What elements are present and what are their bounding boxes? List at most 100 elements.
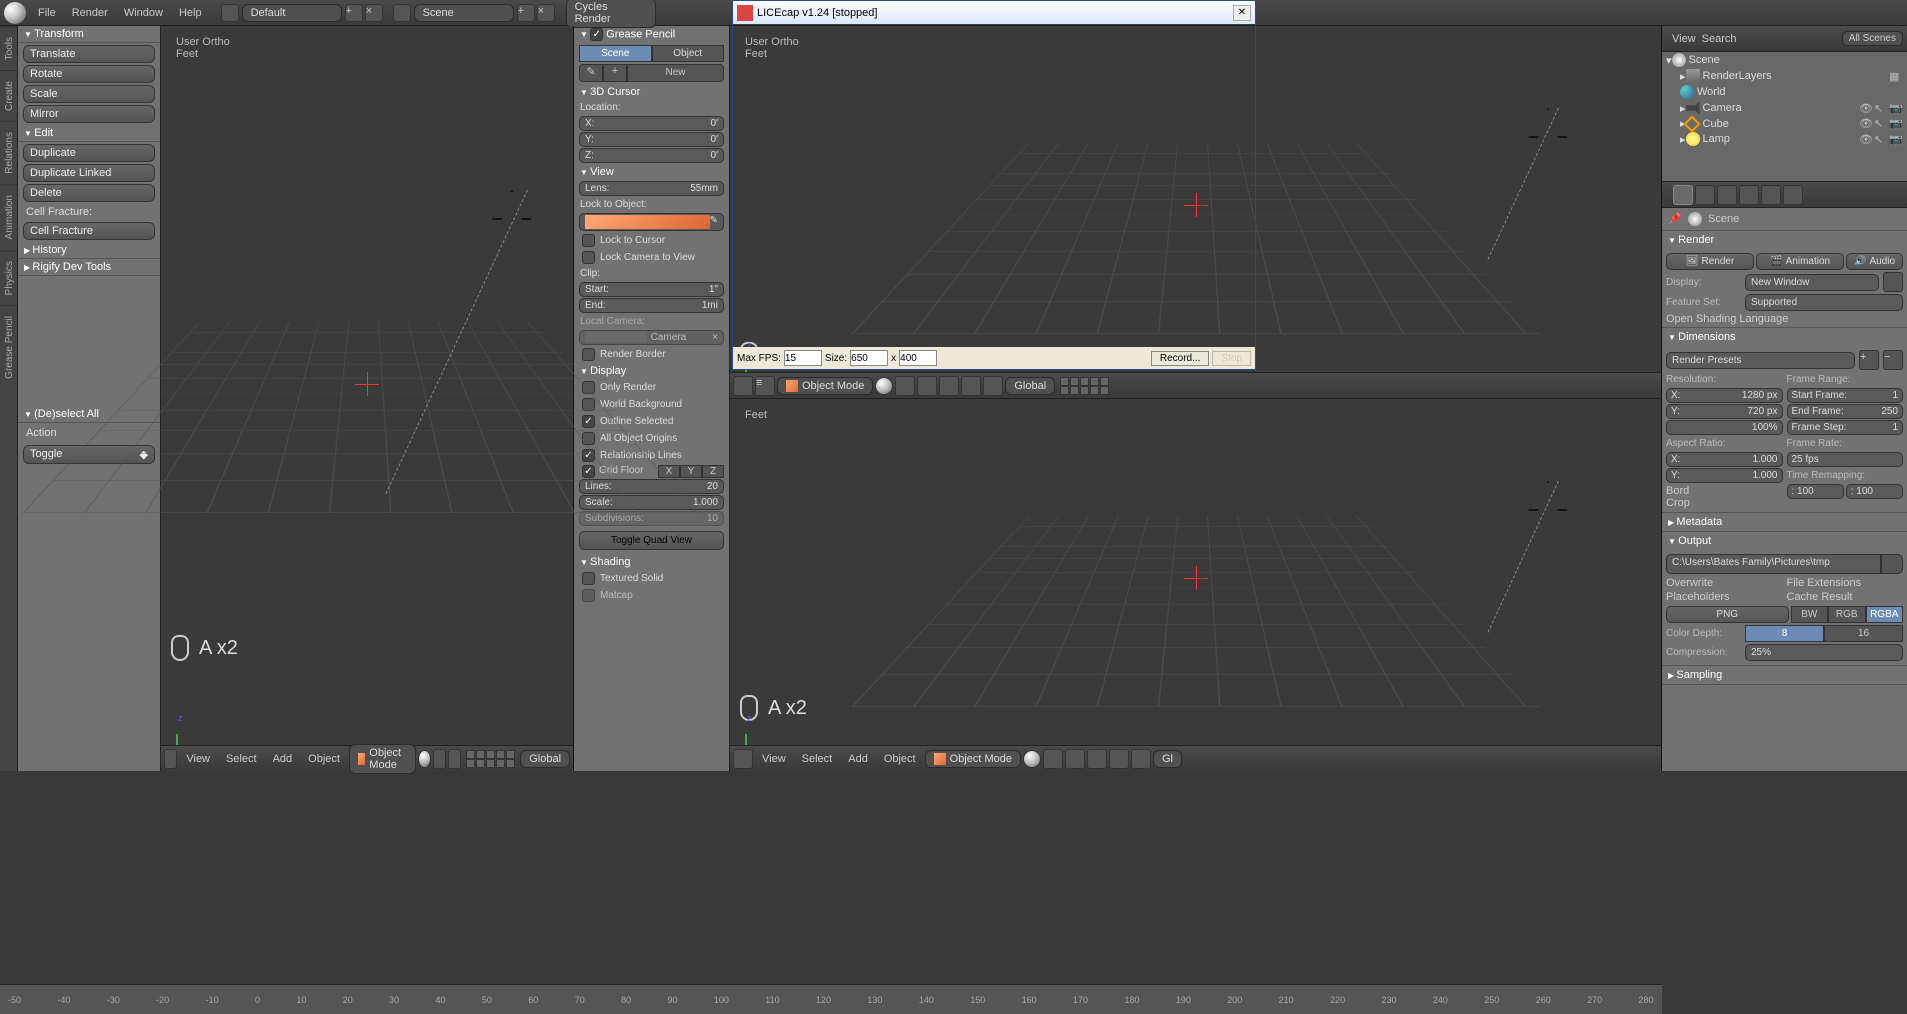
menu-render[interactable]: Render	[64, 7, 116, 19]
gp-new-button[interactable]: New	[627, 64, 724, 82]
licecap-titlebar[interactable]: LICEcap v1.24 [stopped] ✕	[733, 1, 1255, 24]
height-input[interactable]	[899, 350, 937, 366]
timemap-old-field[interactable]: : 100	[1787, 484, 1844, 499]
vp-menu-view[interactable]: View	[179, 753, 217, 765]
shading-panel-header[interactable]: Shading	[574, 554, 729, 570]
res-pct-field[interactable]: 100%	[1666, 420, 1783, 435]
dimensions-header[interactable]: Dimensions	[1662, 328, 1907, 346]
res-x-field[interactable]: X:1280 px	[1666, 388, 1783, 403]
renderlayers-tab-icon[interactable]	[1695, 185, 1715, 205]
render-border-checkbox[interactable]	[582, 348, 595, 361]
cell-fracture-button[interactable]: Cell Fracture	[23, 222, 155, 240]
orientation-dropdown[interactable]: Global	[520, 750, 570, 768]
frame-step-field[interactable]: Frame Step:1	[1787, 420, 1904, 435]
lens-field[interactable]: Lens:55mm	[579, 181, 724, 196]
gp-object-tab[interactable]: Object	[652, 45, 725, 62]
record-button[interactable]: Record...	[1151, 351, 1210, 366]
tab-create[interactable]: Create	[0, 70, 17, 121]
tab-physics[interactable]: Physics	[0, 250, 17, 305]
fps-dropdown[interactable]: 25 fps	[1787, 452, 1904, 467]
shading-mode-icon[interactable]	[875, 377, 893, 395]
outliner[interactable]: ▾Scene ▸RenderLayers▦ World ▸Camera👁↖📷 ▸…	[1662, 52, 1907, 182]
constraints-tab-icon[interactable]	[1783, 185, 1803, 205]
cursor-y-field[interactable]: Y:0'	[579, 132, 724, 147]
viewport-left[interactable]: User Ortho Feet A x2 (1) View Select Add…	[161, 26, 574, 771]
delete-button[interactable]: Delete	[23, 184, 155, 202]
pivot-icon[interactable]	[433, 749, 446, 769]
animation-button[interactable]: 🎬Animation	[1756, 253, 1844, 270]
screen-layout-dropdown[interactable]: Default	[242, 4, 342, 22]
tab-tools[interactable]: Tools	[0, 26, 17, 70]
world-tab-icon[interactable]	[1739, 185, 1759, 205]
renderlayer-icon[interactable]: ▦	[1889, 70, 1902, 83]
rigify-header[interactable]: Rigify Dev Tools	[18, 259, 160, 276]
history-header[interactable]: History	[18, 242, 160, 259]
orientation-dropdown[interactable]: Global	[1005, 377, 1055, 395]
viewport-bottom-right[interactable]: Feet A x2 (1) View Select Add Object Obj…	[730, 398, 1662, 771]
bw-button[interactable]: BW	[1791, 606, 1829, 623]
lock-cursor-checkbox[interactable]	[582, 234, 595, 247]
mode-dropdown[interactable]: Object Mode	[777, 377, 873, 395]
grid-y-toggle[interactable]: Y	[680, 465, 702, 478]
render-tab-icon[interactable]	[1673, 185, 1693, 205]
res-y-field[interactable]: Y:720 px	[1666, 404, 1783, 419]
close-icon[interactable]: ✕	[1233, 5, 1251, 21]
gp-enabled-checkbox[interactable]	[590, 28, 603, 41]
subdivisions-field[interactable]: Subdivisions:10	[579, 511, 724, 526]
clip-start-field[interactable]: Start:1"	[579, 282, 724, 297]
grid-z-toggle[interactable]: Z	[702, 465, 724, 478]
viewport-top-right[interactable]: User Ortho Feet A x2 (1) ≡ Object Mode G…	[730, 26, 1662, 398]
object-tab-icon[interactable]	[1761, 185, 1781, 205]
layout-browse-icon[interactable]	[221, 4, 239, 22]
timeline[interactable]: -50-40-30-20-100102030405060708090100110…	[0, 984, 1662, 1014]
compression-field[interactable]: 25%	[1745, 644, 1903, 661]
metadata-header[interactable]: Metadata	[1662, 513, 1907, 531]
layout-add-icon[interactable]: +	[345, 4, 363, 22]
tab-grease-pencil[interactable]: Grease Pencil	[0, 305, 17, 389]
pin-icon[interactable]: 📌	[1668, 212, 1682, 226]
layer-buttons[interactable]	[466, 750, 515, 768]
timemap-new-field[interactable]: : 100	[1846, 484, 1903, 499]
gp-browse-icon[interactable]: ✎	[579, 64, 603, 82]
edit-header[interactable]: Edit	[18, 125, 160, 142]
grease-pencil-header[interactable]: Grease Pencil	[574, 26, 729, 43]
render-icon[interactable]: 📷	[1889, 102, 1902, 115]
mode-dropdown[interactable]: Object Mode	[349, 744, 416, 774]
depth-16-button[interactable]: 16	[1824, 625, 1903, 642]
render-button[interactable]: 🖼Render	[1666, 253, 1754, 270]
cursor-icon[interactable]: ↖	[1874, 102, 1887, 115]
mode-dropdown[interactable]: Object Mode	[925, 750, 1021, 768]
width-input[interactable]	[850, 350, 888, 366]
preset-add-icon[interactable]: +	[1859, 350, 1879, 370]
vp-menu-add[interactable]: Add	[266, 753, 300, 765]
3d-cursor-header[interactable]: 3D Cursor	[574, 84, 729, 100]
rotate-button[interactable]: Rotate	[23, 65, 155, 83]
mirror-button[interactable]: Mirror	[23, 105, 155, 123]
outliner-filter-dropdown[interactable]: All Scenes	[1842, 31, 1903, 46]
duplicate-button[interactable]: Duplicate	[23, 144, 155, 162]
transform-header[interactable]: Transform	[18, 26, 160, 43]
tab-animation[interactable]: Animation	[0, 184, 17, 249]
scene-dropdown[interactable]: Scene	[414, 4, 514, 22]
cursor-x-field[interactable]: X:0'	[579, 116, 724, 131]
layout-delete-icon[interactable]: ×	[365, 4, 383, 22]
maxfps-input[interactable]	[784, 350, 822, 366]
tab-relations[interactable]: Relations	[0, 121, 17, 184]
duplicate-linked-button[interactable]: Duplicate Linked	[23, 164, 155, 182]
editor-type-icon[interactable]	[164, 749, 177, 769]
folder-browse-icon[interactable]	[1881, 554, 1903, 574]
sampling-header[interactable]: Sampling	[1662, 666, 1907, 684]
output-header[interactable]: Output	[1662, 532, 1907, 550]
textured-solid-checkbox[interactable]	[582, 572, 595, 585]
display-panel-header[interactable]: Display	[574, 363, 729, 379]
end-frame-field[interactable]: End Frame:250	[1787, 404, 1904, 419]
output-path-field[interactable]: C:\Users\Bates Family\Pictures\tmp	[1666, 554, 1881, 574]
matcap-checkbox[interactable]	[582, 589, 595, 602]
lock-camera-checkbox[interactable]	[582, 251, 595, 264]
render-panel-header[interactable]: Render	[1662, 231, 1907, 249]
audio-button[interactable]: 🔊Audio	[1846, 253, 1903, 270]
translate-button[interactable]: Translate	[23, 45, 155, 63]
scene-browse-icon[interactable]	[393, 4, 411, 22]
outliner-menu-search[interactable]: Search	[1702, 33, 1737, 45]
manipulator-icon[interactable]	[448, 749, 461, 769]
